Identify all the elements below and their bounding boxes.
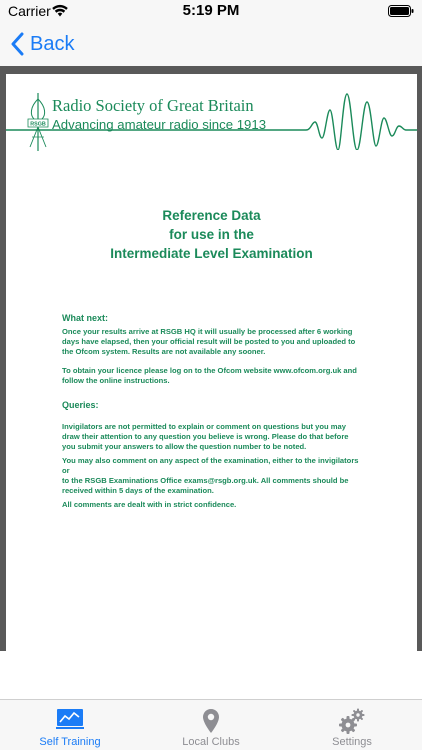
tab-self-training[interactable]: Self Training (0, 700, 140, 750)
gears-icon (339, 708, 365, 734)
tab-label: Self Training (39, 736, 101, 748)
chart-icon (56, 709, 84, 729)
what-next-heading: What next: (62, 313, 108, 323)
licence-paragraph: To obtain your licence please log on to … (62, 366, 374, 386)
back-label: Back (30, 32, 75, 55)
tab-label: Local Clubs (182, 736, 240, 748)
battery-icon (388, 5, 414, 17)
title-line: Reference Data (162, 208, 261, 223)
status-bar: Carrier 5:19 PM (0, 0, 422, 22)
navigation-bar: Back (0, 22, 422, 66)
paragraph-line: Once your results arrive at RSGB HQ it w… (62, 327, 353, 336)
back-button[interactable]: Back (10, 30, 74, 58)
paragraph-line: All comments are dealt with in strict co… (62, 500, 237, 509)
location-pin-icon (203, 709, 219, 733)
logo-text: RSGB (30, 121, 46, 127)
tab-bar: Self Training Local Clubs Settings (0, 699, 422, 750)
document-title: Reference Data for use in the Intermedia… (6, 206, 417, 263)
paragraph-line: or (62, 466, 70, 475)
paragraph-line: the Ofcom system. Results are not availa… (62, 347, 266, 356)
paragraph-line: received within 5 days of the examinatio… (62, 486, 214, 495)
queries-heading: Queries: (62, 400, 99, 410)
document-page[interactable]: RSGB Radio Society of Great Britain Adva… (6, 74, 417, 651)
tab-local-clubs[interactable]: Local Clubs (141, 700, 281, 750)
tab-label: Settings (332, 736, 372, 748)
what-next-section: What next: Once your results arrive at R… (62, 313, 374, 357)
paragraph-line: you submit your answers to allow the que… (62, 442, 307, 451)
title-line: Intermediate Level Examination (110, 246, 313, 261)
paragraph-line: to the RSGB Examinations Office exams@rs… (62, 476, 349, 485)
confidence-paragraph: All comments are dealt with in strict co… (62, 500, 374, 510)
document-viewer[interactable]: RSGB Radio Society of Great Britain Adva… (0, 66, 422, 651)
queries-paragraph: Invigilators are not permitted to explai… (62, 422, 374, 452)
paragraph-line: Invigilators are not permitted to explai… (62, 422, 346, 431)
paragraph-line: draw their attention to any question you… (62, 432, 349, 441)
rsgb-logo-icon: RSGB (27, 93, 49, 151)
title-line: for use in the (169, 227, 254, 242)
status-time: 5:19 PM (182, 2, 240, 19)
comment-paragraph: You may also comment on any aspect of th… (62, 456, 374, 496)
paragraph-line: To obtain your licence please log on to … (62, 366, 357, 375)
paragraph-line: follow the online instructions. (62, 376, 170, 385)
paragraph-line: days have elapsed, then your official re… (62, 337, 356, 346)
organisation-tagline: Advancing amateur radio since 1913 (52, 117, 267, 132)
queries-heading-block: Queries: (62, 400, 374, 410)
organisation-name: Radio Society of Great Britain (52, 96, 254, 115)
chevron-left-icon (11, 32, 24, 56)
tab-settings[interactable]: Settings (282, 700, 422, 750)
paragraph-line: You may also comment on any aspect of th… (62, 456, 359, 465)
